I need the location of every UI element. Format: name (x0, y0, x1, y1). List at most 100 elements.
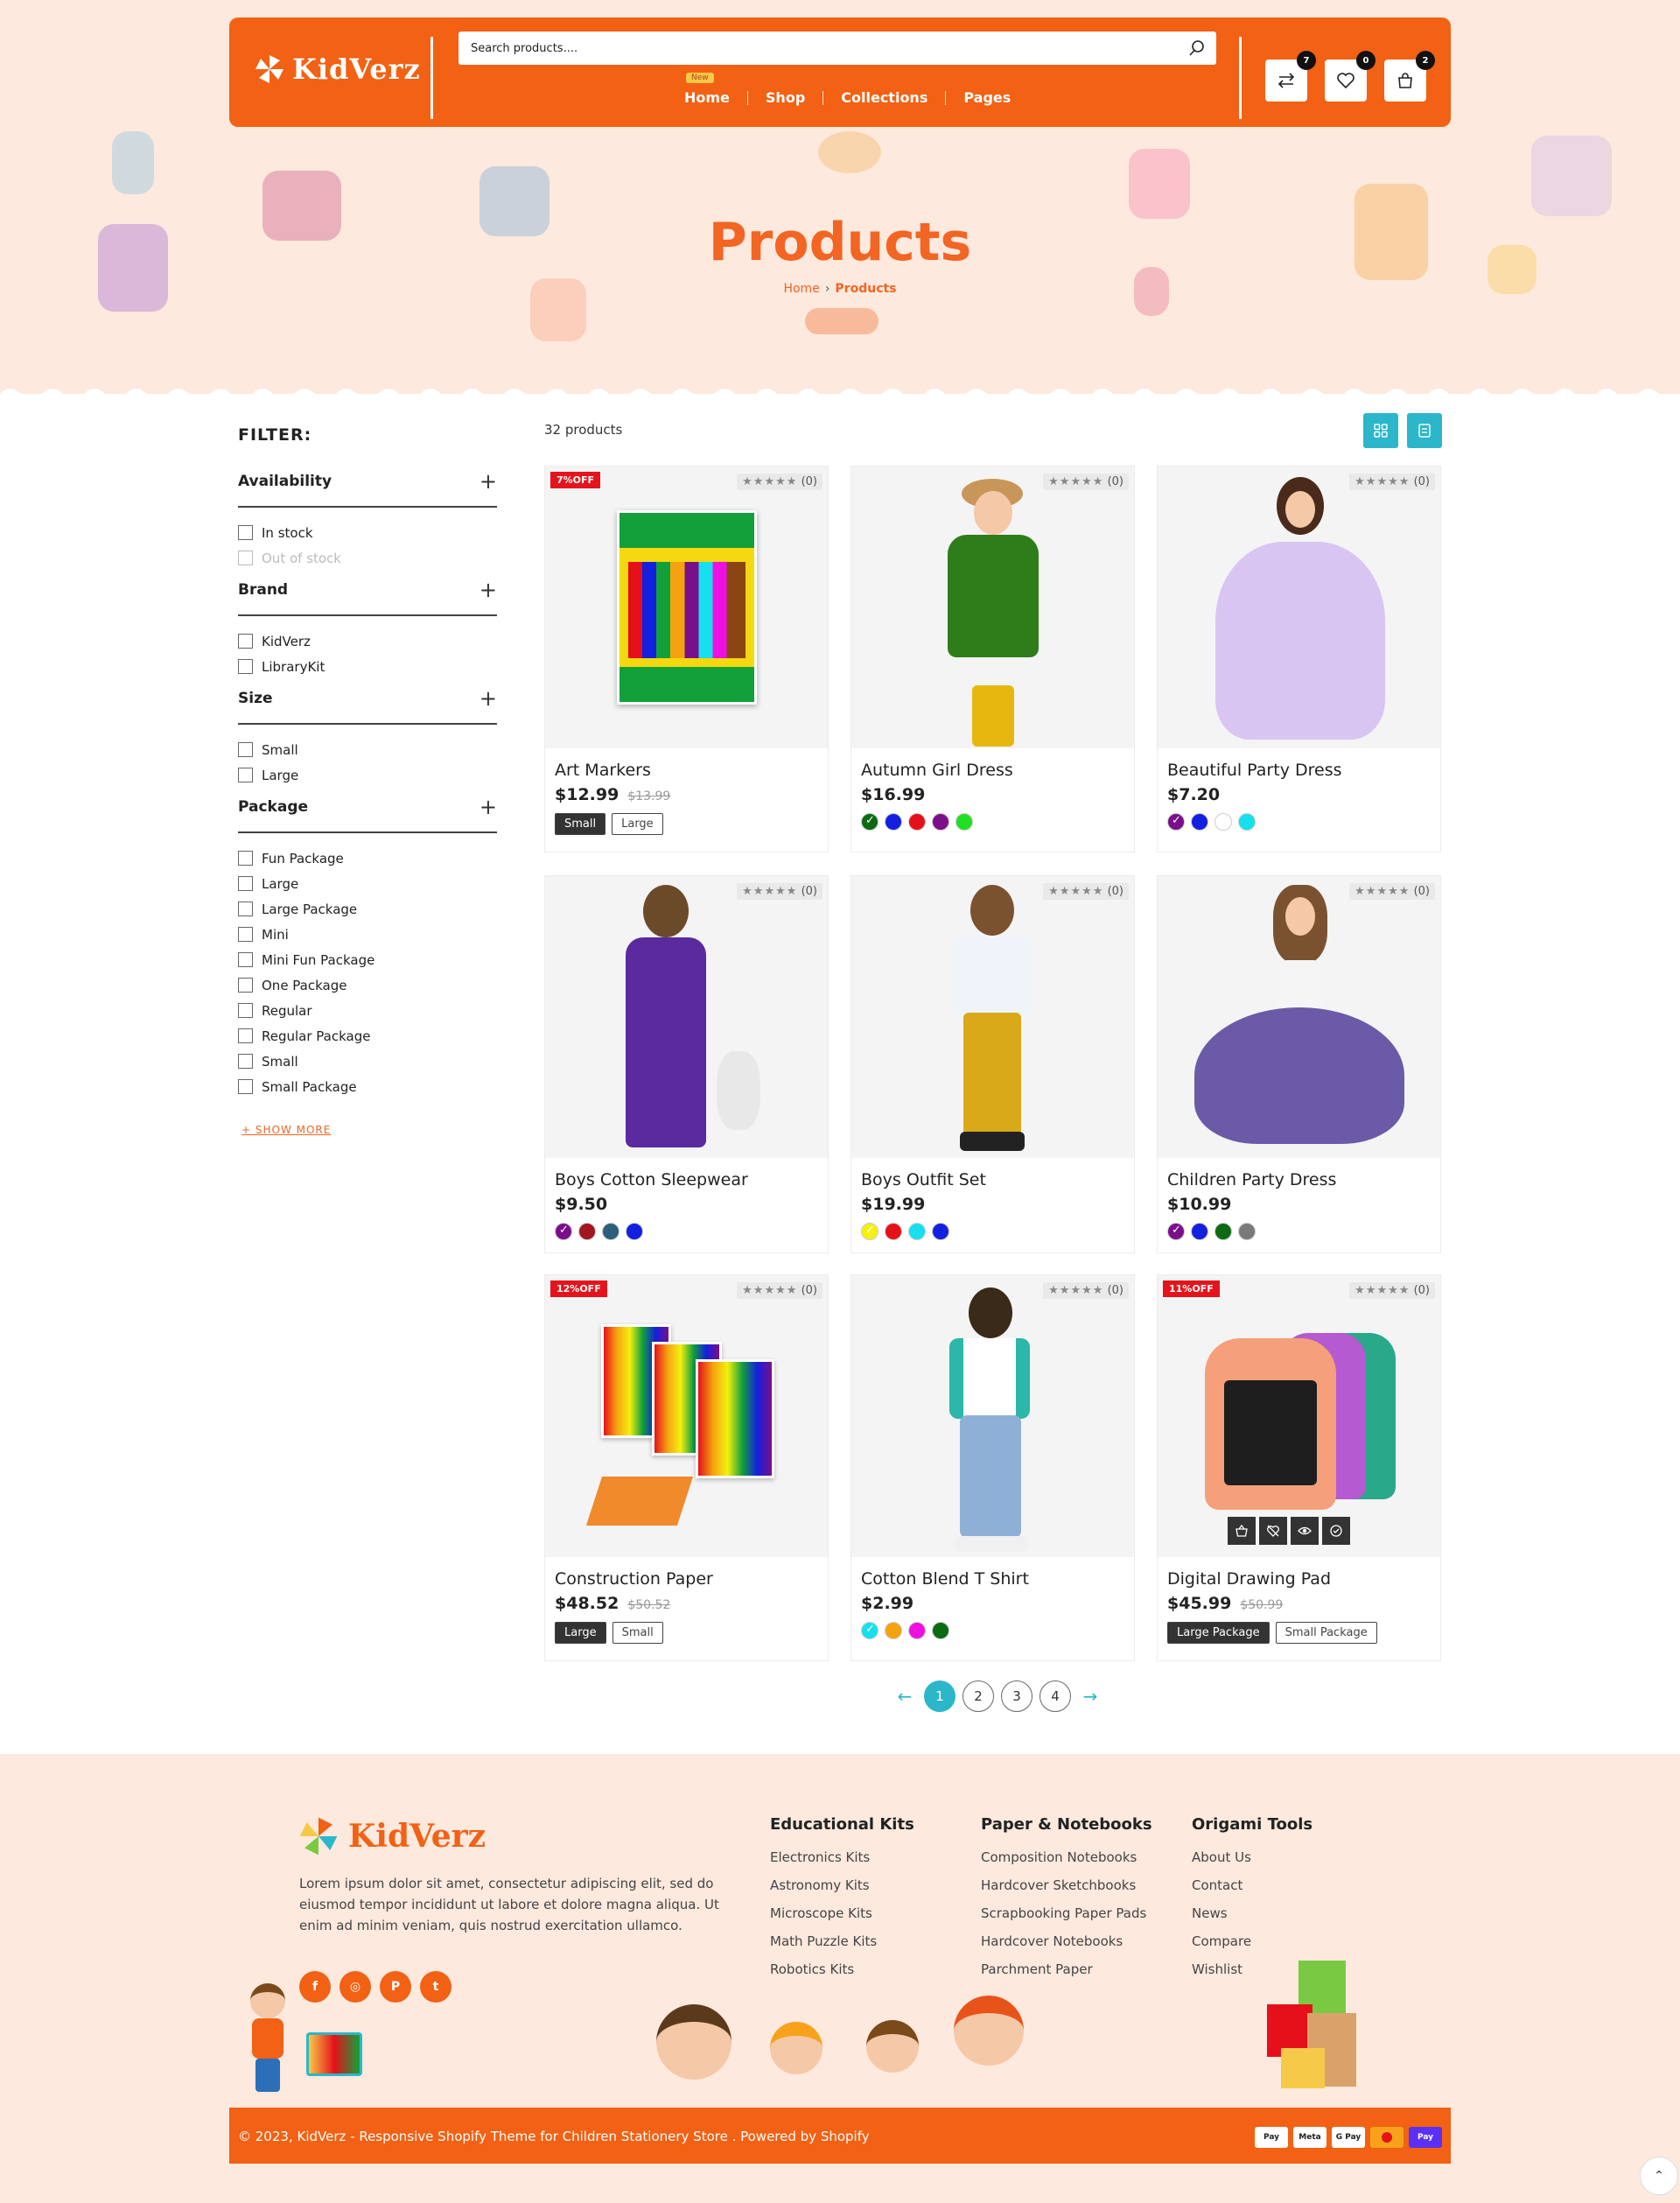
footer-link[interactable]: Astronomy Kits (770, 1877, 914, 1905)
size-option[interactable]: Small (612, 1622, 663, 1644)
product-card[interactable]: ★★★★★ (0) Autumn Girl Dress $16.99 (850, 466, 1135, 852)
color-swatch[interactable] (932, 1622, 949, 1639)
footer-link[interactable]: Hardcover Sketchbooks (981, 1877, 1152, 1905)
product-image[interactable]: ★★★★★ (0) (851, 1275, 1134, 1557)
footer-link[interactable]: Compare (1192, 1933, 1312, 1961)
product-image[interactable]: ★★★★★ (0) (851, 467, 1134, 748)
nav-pages[interactable]: Pages (946, 89, 1028, 106)
checkbox[interactable] (238, 1079, 253, 1094)
product-name[interactable]: Cotton Blend T Shirt (861, 1569, 1134, 1589)
checkbox[interactable] (238, 1003, 253, 1018)
checkbox[interactable] (238, 634, 253, 649)
footer-link[interactable]: Microscope Kits (770, 1905, 914, 1933)
size-option[interactable]: Small Package (1275, 1622, 1377, 1644)
wishlist-button[interactable]: 0 (1325, 51, 1376, 102)
checkbox[interactable] (238, 525, 253, 540)
back-to-top-button[interactable]: ⌃ (1640, 2157, 1678, 2195)
color-swatch[interactable] (861, 1223, 878, 1240)
checkbox[interactable] (238, 902, 253, 916)
footer-link[interactable]: Parchment Paper (981, 1961, 1152, 1989)
search-input[interactable] (458, 32, 1158, 65)
cart-button[interactable]: 2 (1384, 51, 1435, 102)
filter-option[interactable]: Regular Package (238, 1023, 497, 1049)
product-image[interactable]: 12%OFF ★★★★★ (0) (545, 1275, 828, 1557)
wishlist-remove-button[interactable] (1259, 1517, 1287, 1545)
product-image[interactable]: 7%OFF ★★★★★ (0) (545, 467, 828, 748)
footer-link[interactable]: Math Puzzle Kits (770, 1933, 914, 1961)
product-card[interactable]: ★★★★★ (0) Cotton Blend T Shirt $2.99 (850, 1274, 1135, 1661)
color-swatch[interactable] (908, 1223, 926, 1240)
product-name[interactable]: Boys Outfit Set (861, 1170, 1134, 1189)
color-swatch[interactable] (956, 813, 973, 831)
product-image[interactable]: 11%OFF ★★★★★ (0) (1158, 1275, 1440, 1557)
footer-link[interactable]: About Us (1192, 1849, 1312, 1877)
nav-home[interactable]: New Home (667, 73, 747, 106)
product-name[interactable]: Children Party Dress (1167, 1170, 1440, 1189)
filter-option[interactable]: LibraryKit (238, 654, 497, 679)
site-logo[interactable]: KidVerz (254, 53, 421, 86)
footer-link[interactable]: Composition Notebooks (981, 1849, 1152, 1877)
product-name[interactable]: Beautiful Party Dress (1167, 761, 1440, 780)
list-view-button[interactable] (1407, 413, 1442, 448)
product-image[interactable]: ★★★★★ (0) (545, 876, 828, 1158)
filter-option[interactable]: Mini Fun Package (238, 947, 497, 972)
grid-view-button[interactable] (1363, 413, 1398, 448)
size-option[interactable]: Large (612, 813, 663, 835)
product-card[interactable]: 7%OFF ★★★★★ (0) Art Markers $12.99 $13.99… (544, 466, 829, 852)
product-card[interactable]: ★★★★★ (0) Boys Outfit Set $19.99 (850, 875, 1135, 1253)
footer-link[interactable]: News (1192, 1905, 1312, 1933)
product-card[interactable]: ★★★★★ (0) Boys Cotton Sleepwear $9.50 (544, 875, 829, 1253)
filter-option[interactable]: KidVerz (238, 628, 497, 654)
color-swatch[interactable] (1167, 813, 1185, 831)
checkbox[interactable] (238, 1054, 253, 1069)
filter-option[interactable]: Mini (238, 922, 497, 947)
color-swatch[interactable] (861, 1622, 878, 1639)
footer-logo[interactable]: KidVerz (298, 1815, 486, 1857)
product-card[interactable]: 12%OFF ★★★★★ (0) Construction Paper $48.… (544, 1274, 829, 1661)
page-button[interactable]: 2 (962, 1680, 994, 1712)
color-swatch[interactable] (1214, 1223, 1232, 1240)
product-name[interactable]: Digital Drawing Pad (1167, 1569, 1440, 1589)
checkbox[interactable] (238, 742, 253, 757)
color-swatch[interactable] (885, 813, 902, 831)
color-swatch[interactable] (1238, 1223, 1256, 1240)
checkbox[interactable] (238, 659, 253, 674)
product-image[interactable]: ★★★★★ (0) (1158, 467, 1440, 748)
filter-package-header[interactable]: Package + (238, 795, 497, 833)
color-swatch[interactable] (602, 1223, 620, 1240)
compare-product-button[interactable] (1322, 1517, 1350, 1545)
prev-page-arrow-icon[interactable]: ← (892, 1686, 917, 1707)
filter-option[interactable]: Small Package (238, 1074, 497, 1099)
filter-option[interactable]: Large (238, 762, 497, 788)
filter-option[interactable]: Fun Package (238, 845, 497, 871)
nav-collections[interactable]: Collections (823, 89, 945, 106)
filter-option[interactable]: One Package (238, 972, 497, 998)
pinterest-icon[interactable]: P (380, 1971, 411, 2003)
color-swatch[interactable] (1167, 1223, 1185, 1240)
filter-option[interactable]: Large (238, 871, 497, 896)
size-option[interactable]: Small (555, 813, 606, 835)
checkbox[interactable] (238, 876, 253, 891)
checkbox[interactable] (238, 952, 253, 967)
compare-button[interactable]: 7 (1265, 51, 1316, 102)
color-swatch[interactable] (885, 1622, 902, 1639)
color-swatch[interactable] (932, 1223, 949, 1240)
product-name[interactable]: Construction Paper (555, 1569, 828, 1589)
color-swatch[interactable] (885, 1223, 902, 1240)
color-swatch[interactable] (578, 1223, 596, 1240)
filter-option[interactable]: Regular (238, 998, 497, 1023)
search-icon[interactable] (1188, 39, 1206, 57)
filter-option[interactable]: Small (238, 737, 497, 762)
checkbox[interactable] (238, 927, 253, 942)
nav-shop[interactable]: Shop (748, 89, 822, 106)
checkbox[interactable] (238, 851, 253, 866)
add-to-cart-button[interactable] (1228, 1517, 1256, 1545)
quick-view-button[interactable] (1291, 1517, 1319, 1545)
filter-option[interactable]: Small (238, 1049, 497, 1074)
color-swatch[interactable] (1214, 813, 1232, 831)
color-swatch[interactable] (555, 1223, 572, 1240)
filter-brand-header[interactable]: Brand + (238, 578, 497, 616)
product-card[interactable]: ★★★★★ (0) Children Party Dress $10.99 (1157, 875, 1441, 1253)
color-swatch[interactable] (1191, 813, 1208, 831)
page-button[interactable]: 1 (924, 1680, 956, 1712)
